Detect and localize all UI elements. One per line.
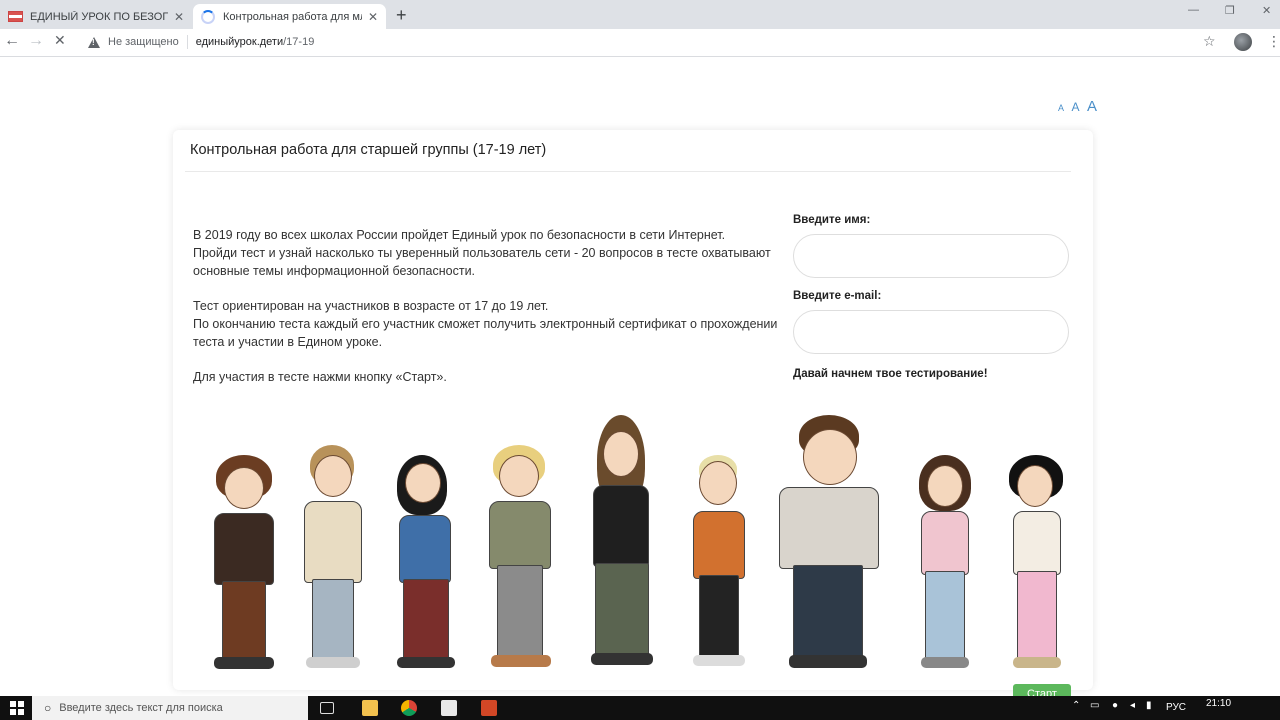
loading-spinner-icon (201, 9, 215, 24)
tab-kontrolnaya-rabota[interactable]: Контрольная работа для младш ✕ (193, 4, 386, 29)
font-size-medium-button[interactable]: A (1071, 100, 1079, 114)
new-tab-button[interactable]: + (396, 5, 407, 26)
stop-loading-icon[interactable]: ✕ (54, 32, 66, 49)
acrobat-icon[interactable] (441, 700, 457, 716)
font-size-large-button[interactable]: A (1087, 98, 1097, 115)
bookmark-star-icon[interactable]: ☆ (1203, 33, 1216, 50)
back-icon[interactable]: ← (4, 32, 20, 50)
tray-mic-icon[interactable]: ● (1112, 700, 1118, 711)
forward-icon[interactable]: → (28, 32, 44, 50)
url-field[interactable]: Не защищено единыйурок.дети /17-19 (80, 31, 1220, 53)
clock[interactable]: 21:10 (1206, 698, 1231, 709)
email-input[interactable] (793, 310, 1069, 354)
tab-title: Контрольная работа для младш (223, 10, 362, 23)
search-icon: ○ (44, 701, 52, 715)
card-divider (185, 171, 1071, 172)
tray-chevron-icon[interactable]: ⌃ (1072, 700, 1080, 711)
tab-close-icon[interactable]: ✕ (174, 10, 184, 24)
card-title: Контрольная работа для старшей группы (1… (190, 142, 547, 158)
minimize-button[interactable]: — (1188, 4, 1199, 16)
taskbar: ○ Введите здесь текст для поиска ⌃ ▭ ● ◂… (0, 696, 1280, 720)
intro-paragraph: Для участия в тесте нажми кнопку «Старт»… (193, 370, 447, 384)
character-illustration (773, 415, 883, 670)
name-input[interactable] (793, 234, 1069, 278)
font-size-controls: A A A (1058, 98, 1100, 116)
tray-speaker-icon[interactable]: ◂ (1130, 700, 1135, 711)
tab-edinyi-urok[interactable]: ЕДИНЫЙ УРОК ПО БЕЗОПАСНОСТ ✕ (0, 4, 192, 29)
tray-network-icon[interactable]: ▭ (1090, 700, 1099, 711)
character-illustration (683, 455, 753, 670)
file-explorer-icon[interactable] (362, 700, 378, 716)
character-illustration (483, 445, 555, 670)
character-illustration (1003, 455, 1069, 670)
not-secure-icon[interactable] (88, 36, 100, 48)
intro-paragraph: Тест ориентирован на участников в возрас… (193, 299, 778, 349)
site-favicon-icon (8, 11, 23, 22)
task-view-icon[interactable] (320, 702, 334, 714)
registration-form: Введите имя: Введите e-mail: Давай начне… (793, 214, 1073, 380)
browser-menu-icon[interactable]: ⋮ (1267, 33, 1280, 50)
intro-text: В 2019 году во всех школах России пройде… (193, 226, 793, 403)
intro-paragraph: В 2019 году во всех школах России пройде… (193, 228, 771, 278)
start-prompt: Давай начнем твое тестирование! (793, 368, 988, 380)
characters-illustration (193, 405, 1073, 670)
email-label: Введите e-mail: (793, 290, 882, 302)
character-illustration (583, 415, 663, 670)
character-illustration (913, 455, 975, 670)
url-divider (186, 35, 188, 49)
powerpoint-icon[interactable] (481, 700, 497, 716)
character-illustration (298, 445, 366, 670)
windows-start-icon[interactable] (10, 701, 24, 715)
character-illustration (208, 455, 278, 670)
font-size-small-button[interactable]: A (1058, 103, 1064, 113)
chrome-icon[interactable] (401, 700, 417, 716)
tab-close-icon[interactable]: ✕ (368, 10, 378, 24)
character-illustration (383, 435, 473, 670)
profile-avatar[interactable] (1234, 33, 1252, 51)
search-placeholder: Введите здесь текст для поиска (59, 702, 223, 714)
url-path: /17-19 (283, 36, 315, 48)
restore-button[interactable]: ❐ (1225, 4, 1235, 17)
test-card: Контрольная работа для старшей группы (1… (173, 130, 1093, 702)
name-label: Введите имя: (793, 214, 871, 226)
url-host: единыйурок.дети (195, 36, 284, 48)
tray-battery-icon[interactable]: ▮ (1146, 700, 1152, 711)
security-label[interactable]: Не защищено (108, 36, 179, 48)
close-window-button[interactable]: ✕ (1262, 4, 1271, 17)
address-bar: ← → ✕ Не защищено единыйурок.дети /17-19 (0, 29, 1280, 57)
tab-title: ЕДИНЫЙ УРОК ПО БЕЗОПАСНОСТ (30, 10, 168, 23)
tab-strip: ЕДИНЫЙ УРОК ПО БЕЗОПАСНОСТ ✕ Контрольная… (0, 0, 1280, 29)
language-indicator[interactable]: РУС (1166, 702, 1186, 713)
taskbar-search-input[interactable]: ○ Введите здесь текст для поиска (32, 696, 308, 720)
